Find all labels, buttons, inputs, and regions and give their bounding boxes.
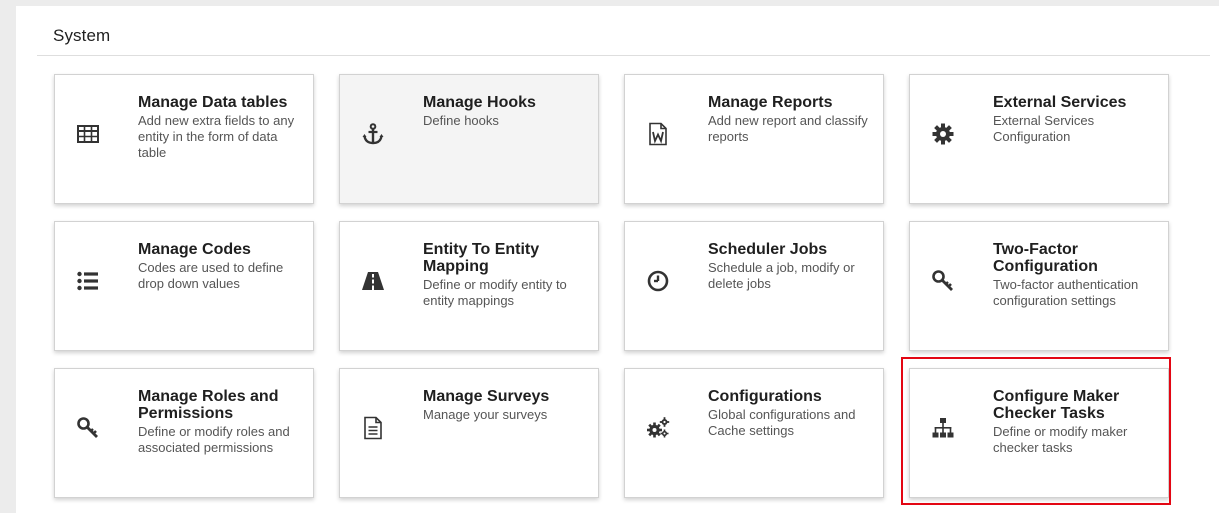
card-title: Manage Surveys (423, 388, 550, 405)
clock-icon (645, 268, 671, 294)
word-file-icon (645, 121, 671, 147)
card-title: Manage Data tables (138, 94, 288, 111)
card-manage-surveys[interactable]: Manage Surveys Manage your surveys (339, 368, 599, 498)
card-description: Define hooks (423, 113, 499, 128)
anchor-icon (360, 121, 386, 147)
card-scheduler-jobs[interactable]: Scheduler Jobs Schedule a job, modify or… (624, 221, 884, 351)
card-title: Manage Hooks (423, 94, 536, 111)
card-description: Codes are used to define drop down value… (138, 260, 284, 291)
card-manage-hooks[interactable]: Manage Hooks Define hooks (339, 74, 599, 204)
card-description: Two-factor authentication configuration … (993, 277, 1139, 308)
gear-icon (930, 121, 956, 147)
card-configurations[interactable]: Configurations Global configurations and… (624, 368, 884, 498)
card-manage-codes[interactable]: Manage Codes Codes are used to define dr… (54, 221, 314, 351)
section-divider (37, 55, 1210, 56)
card-external-services[interactable]: External Services External Services Conf… (909, 74, 1169, 204)
table-icon (75, 121, 101, 147)
card-description: Define or modify entity to entity mappin… (423, 277, 567, 308)
sitemap-icon (930, 415, 956, 441)
card-title: Two-Factor Configuration (993, 241, 1098, 275)
card-manage-data-tables[interactable]: Manage Data tables Add new extra fields … (54, 74, 314, 204)
card-title: Entity To Entity Mapping (423, 241, 540, 275)
card-title: Manage Roles and Permissions (138, 388, 279, 422)
list-icon (75, 268, 101, 294)
card-description: Add new extra fields to any entity in th… (138, 113, 295, 160)
card-title: Manage Codes (138, 241, 251, 258)
card-configure-maker-checker-tasks[interactable]: Configure Maker Checker Tasks Define or … (909, 368, 1169, 498)
card-two-factor-configuration[interactable]: Two-Factor Configuration Two-factor auth… (909, 221, 1169, 351)
card-entity-to-entity-mapping[interactable]: Entity To Entity Mapping Define or modif… (339, 221, 599, 351)
card-manage-roles-and-permissions[interactable]: Manage Roles and Permissions Define or m… (54, 368, 314, 498)
section-title: System (53, 26, 111, 45)
card-manage-reports[interactable]: Manage Reports Add new report and classi… (624, 74, 884, 204)
key-icon (75, 415, 101, 441)
card-description: Define or modify roles and associated pe… (138, 424, 290, 455)
card-title: Configurations (708, 388, 822, 405)
card-description: Define or modify maker checker tasks (993, 424, 1128, 455)
key-icon (930, 268, 956, 294)
road-icon (360, 268, 386, 294)
card-title: Manage Reports (708, 94, 833, 111)
card-title: Configure Maker Checker Tasks (993, 388, 1120, 422)
card-description: External Services Configuration (993, 113, 1095, 144)
card-description: Manage your surveys (423, 407, 548, 422)
card-description: Schedule a job, modify or delete jobs (708, 260, 855, 291)
card-title: Scheduler Jobs (708, 241, 828, 258)
card-description: Add new report and classify reports (708, 113, 868, 144)
card-description: Global configurations and Cache settings (708, 407, 856, 438)
file-text-icon (360, 415, 386, 441)
gears-icon (645, 415, 671, 441)
card-title: External Services (993, 94, 1127, 111)
